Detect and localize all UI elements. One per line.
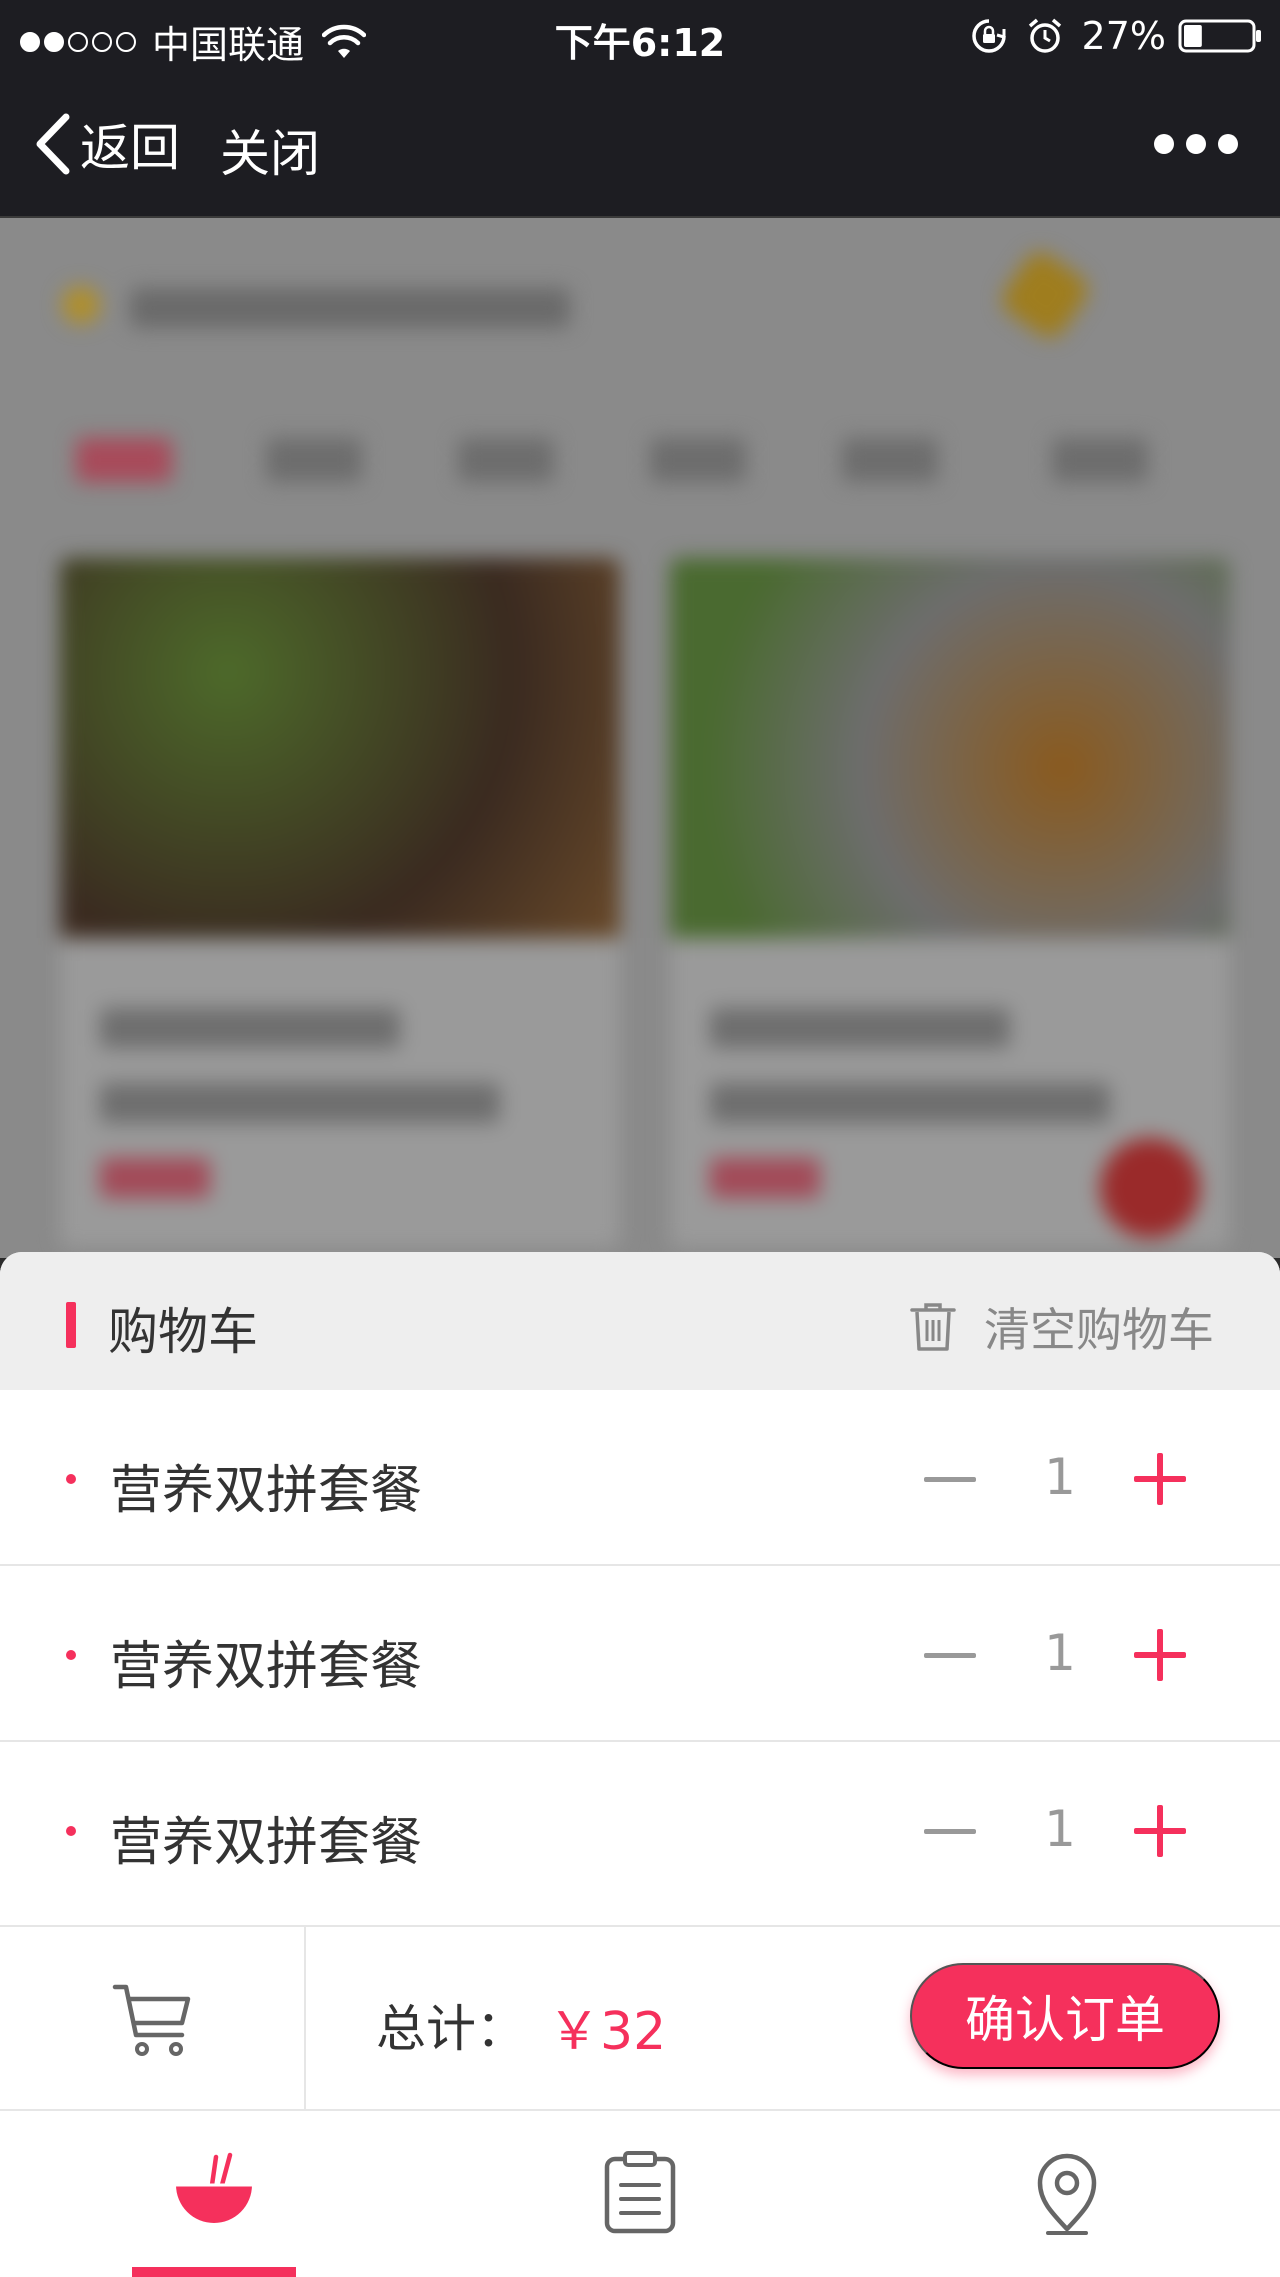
cart-item-name: 营养双拼套餐 — [110, 1461, 423, 1521]
decrease-quantity-button[interactable] — [920, 1448, 982, 1510]
confirm-order-button[interactable]: 确认订单 — [910, 1963, 1220, 2069]
blurred-menu-background — [0, 218, 1280, 1258]
back-label: 返回 — [80, 119, 180, 177]
increase-quantity-button[interactable] — [1130, 1624, 1192, 1686]
item-bullet-icon — [66, 1650, 76, 1660]
trash-icon — [910, 1303, 956, 1351]
cart-title-accent — [66, 1302, 76, 1348]
increase-quantity-button[interactable] — [1130, 1800, 1192, 1862]
item-quantity: 1 — [1044, 1624, 1076, 1682]
close-button[interactable]: 关闭 — [220, 114, 320, 186]
increase-quantity-button[interactable] — [1130, 1448, 1192, 1510]
order-list-icon — [604, 2151, 676, 2234]
more-options-button[interactable] — [1142, 134, 1238, 154]
cart-header: 购物车 清空购物车 — [0, 1252, 1280, 1390]
cart-item: 营养双拼套餐 1 — [0, 1742, 1280, 1918]
cart-toggle-button[interactable] — [0, 1927, 306, 2111]
total-price: ￥32 — [548, 2002, 667, 2062]
more-dot-icon — [1186, 134, 1206, 154]
more-dot-icon — [1154, 134, 1174, 154]
cart-item-name: 营养双拼套餐 — [110, 1637, 423, 1697]
back-button[interactable]: 返回 — [30, 108, 180, 180]
clear-cart-label: 清空购物车 — [984, 1303, 1214, 1357]
nav-bar: 返回 关闭 — [0, 70, 1280, 218]
location-icon — [1037, 2153, 1097, 2235]
active-tab-indicator — [132, 2267, 296, 2277]
decrease-quantity-button[interactable] — [920, 1800, 982, 1862]
tab-orders[interactable] — [427, 2111, 853, 2277]
item-quantity: 1 — [1044, 1448, 1076, 1506]
item-bullet-icon — [66, 1474, 76, 1484]
bowl-icon — [176, 2152, 252, 2223]
clear-cart-button[interactable]: 清空购物车 — [908, 1294, 1214, 1360]
cart-panel: 购物车 清空购物车 营养双拼套餐 1 营养双拼套餐 1 营养双拼套餐 1 总计：… — [0, 1252, 1280, 2277]
shopping-cart-icon — [112, 1984, 191, 2056]
checkout-bar: 总计： ￥32 确认订单 — [0, 1925, 1280, 2111]
tab-menu[interactable] — [0, 2111, 426, 2277]
cart-title: 购物车 — [108, 1303, 258, 1361]
status-bar: 中国联通 下午6:12 27% — [0, 0, 1280, 70]
tab-location[interactable] — [854, 2111, 1280, 2277]
cart-item: 营养双拼套餐 1 — [0, 1566, 1280, 1742]
decrease-quantity-button[interactable] — [920, 1624, 982, 1686]
chevron-left-icon — [36, 113, 70, 175]
battery-icon — [1178, 19, 1261, 53]
total-label: 总计： — [376, 2000, 526, 2058]
more-dot-icon — [1218, 134, 1238, 154]
battery-percent: 27% — [1081, 14, 1166, 58]
bottom-tab-bar — [0, 2111, 1280, 2277]
alarm-icon — [1028, 18, 1061, 53]
item-bullet-icon — [66, 1826, 76, 1836]
item-quantity: 1 — [1044, 1800, 1076, 1858]
rotation-lock-icon — [971, 19, 1006, 53]
cart-item-name: 营养双拼套餐 — [110, 1813, 423, 1873]
cart-item: 营养双拼套餐 1 — [0, 1390, 1280, 1566]
